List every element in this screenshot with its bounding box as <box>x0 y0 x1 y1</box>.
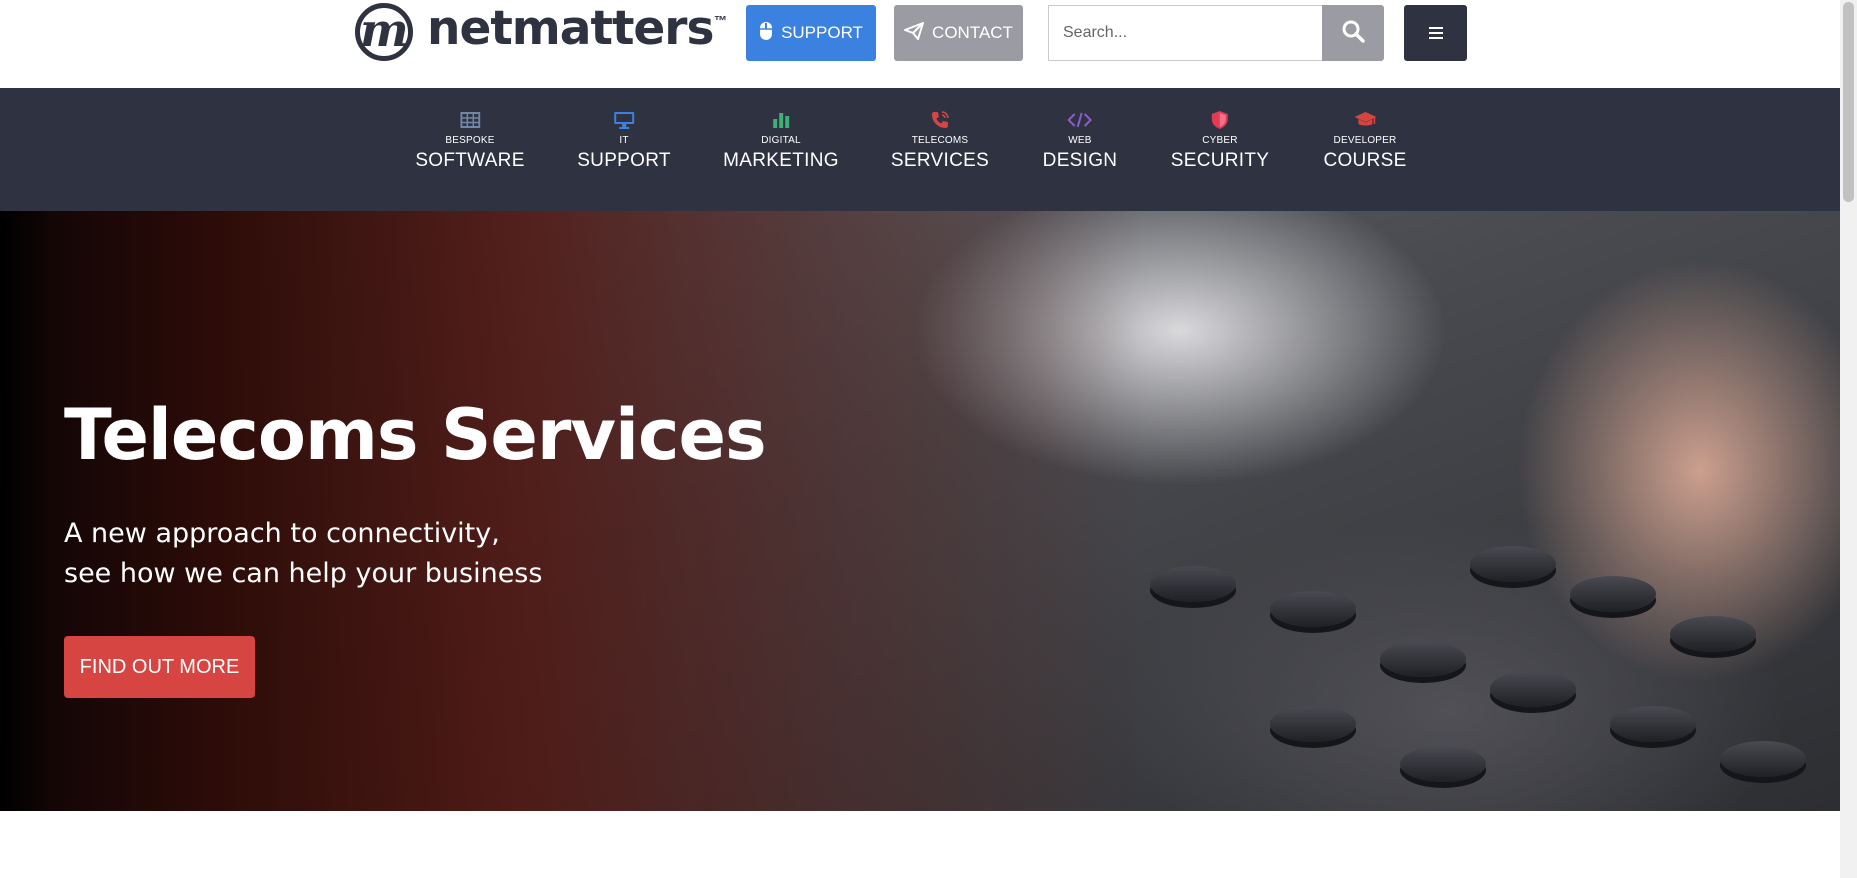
scrollbar-thumb[interactable] <box>1843 2 1854 202</box>
nav-item-big-label: DESIGN <box>1042 150 1118 171</box>
nav-item-small-label: CYBER <box>1202 135 1238 146</box>
code-icon <box>1068 110 1092 130</box>
logo-trademark: ™ <box>714 13 727 28</box>
nav-item-digital-marketing[interactable]: DIGITAL MARKETING <box>723 88 839 211</box>
table-grid-icon <box>459 110 480 130</box>
logo-mark: m <box>355 3 413 61</box>
shield-icon <box>1211 110 1229 130</box>
nav-item-big-label: COURSE <box>1323 150 1407 171</box>
nav-item-small-label: TELECOMS <box>911 135 969 146</box>
nav-item-small-label: WEB <box>1068 135 1092 146</box>
find-out-more-button[interactable]: FIND OUT MORE <box>64 636 255 698</box>
hamburger-icon <box>1428 22 1443 45</box>
nav-item-big-label: SUPPORT <box>577 150 671 171</box>
logo-text: netmatters <box>427 1 714 56</box>
site-header: m netmatters ™ SUPPORT CONTACT <box>0 0 1840 88</box>
hero-subtitle: A new approach to connectivity, see how … <box>64 514 542 594</box>
support-button[interactable]: SUPPORT <box>746 5 876 61</box>
phone-icon <box>930 110 950 130</box>
nav-item-cyber-security[interactable]: CYBER SECURITY <box>1171 88 1269 211</box>
nav-item-it-support[interactable]: IT SUPPORT <box>577 88 671 211</box>
nav-item-small-label: BESPOKE <box>445 135 495 146</box>
nav-item-bespoke-software[interactable]: BESPOKE SOFTWARE <box>415 88 524 211</box>
services-nav: BESPOKE SOFTWARE IT SUPPORT DIGITAL MARK… <box>0 88 1840 211</box>
nav-item-developer-course[interactable]: DEVELOPER COURSE <box>1323 88 1406 211</box>
hero-banner: Telecoms Services A new approach to conn… <box>0 211 1840 811</box>
netmatters-logo[interactable]: m netmatters ™ <box>355 1 730 73</box>
nav-item-small-label: IT <box>619 135 629 146</box>
paper-plane-icon <box>904 21 925 45</box>
graduation-cap-icon <box>1353 110 1377 130</box>
hero-gradient-overlay <box>0 211 1840 811</box>
search-button[interactable] <box>1322 5 1384 61</box>
page-scrollbar[interactable] <box>1840 0 1857 878</box>
nav-item-telecoms-services[interactable]: TELECOMS SERVICES <box>891 88 989 211</box>
search-input[interactable] <box>1048 5 1322 61</box>
nav-item-big-label: MARKETING <box>723 150 839 171</box>
support-label: SUPPORT <box>781 23 863 42</box>
desktop-icon <box>613 110 635 130</box>
nav-item-big-label: SECURITY <box>1170 150 1270 171</box>
nav-item-big-label: SERVICES <box>890 150 990 171</box>
bar-chart-icon <box>772 110 790 130</box>
search-icon <box>1341 19 1365 48</box>
nav-item-small-label: DEVELOPER <box>1333 135 1397 146</box>
nav-item-small-label: DIGITAL <box>761 135 801 146</box>
nav-item-big-label: SOFTWARE <box>415 150 525 171</box>
mouse-icon <box>759 21 773 46</box>
contact-label: CONTACT <box>932 23 1013 42</box>
nav-item-web-design[interactable]: WEB DESIGN <box>1043 88 1118 211</box>
hero-title: Telecoms Services <box>64 394 767 476</box>
hero-subtitle-line-1: A new approach to connectivity, <box>64 518 500 549</box>
hero-subtitle-line-2: see how we can help your business <box>64 558 543 589</box>
menu-button[interactable] <box>1404 5 1467 61</box>
contact-button[interactable]: CONTACT <box>894 5 1023 61</box>
